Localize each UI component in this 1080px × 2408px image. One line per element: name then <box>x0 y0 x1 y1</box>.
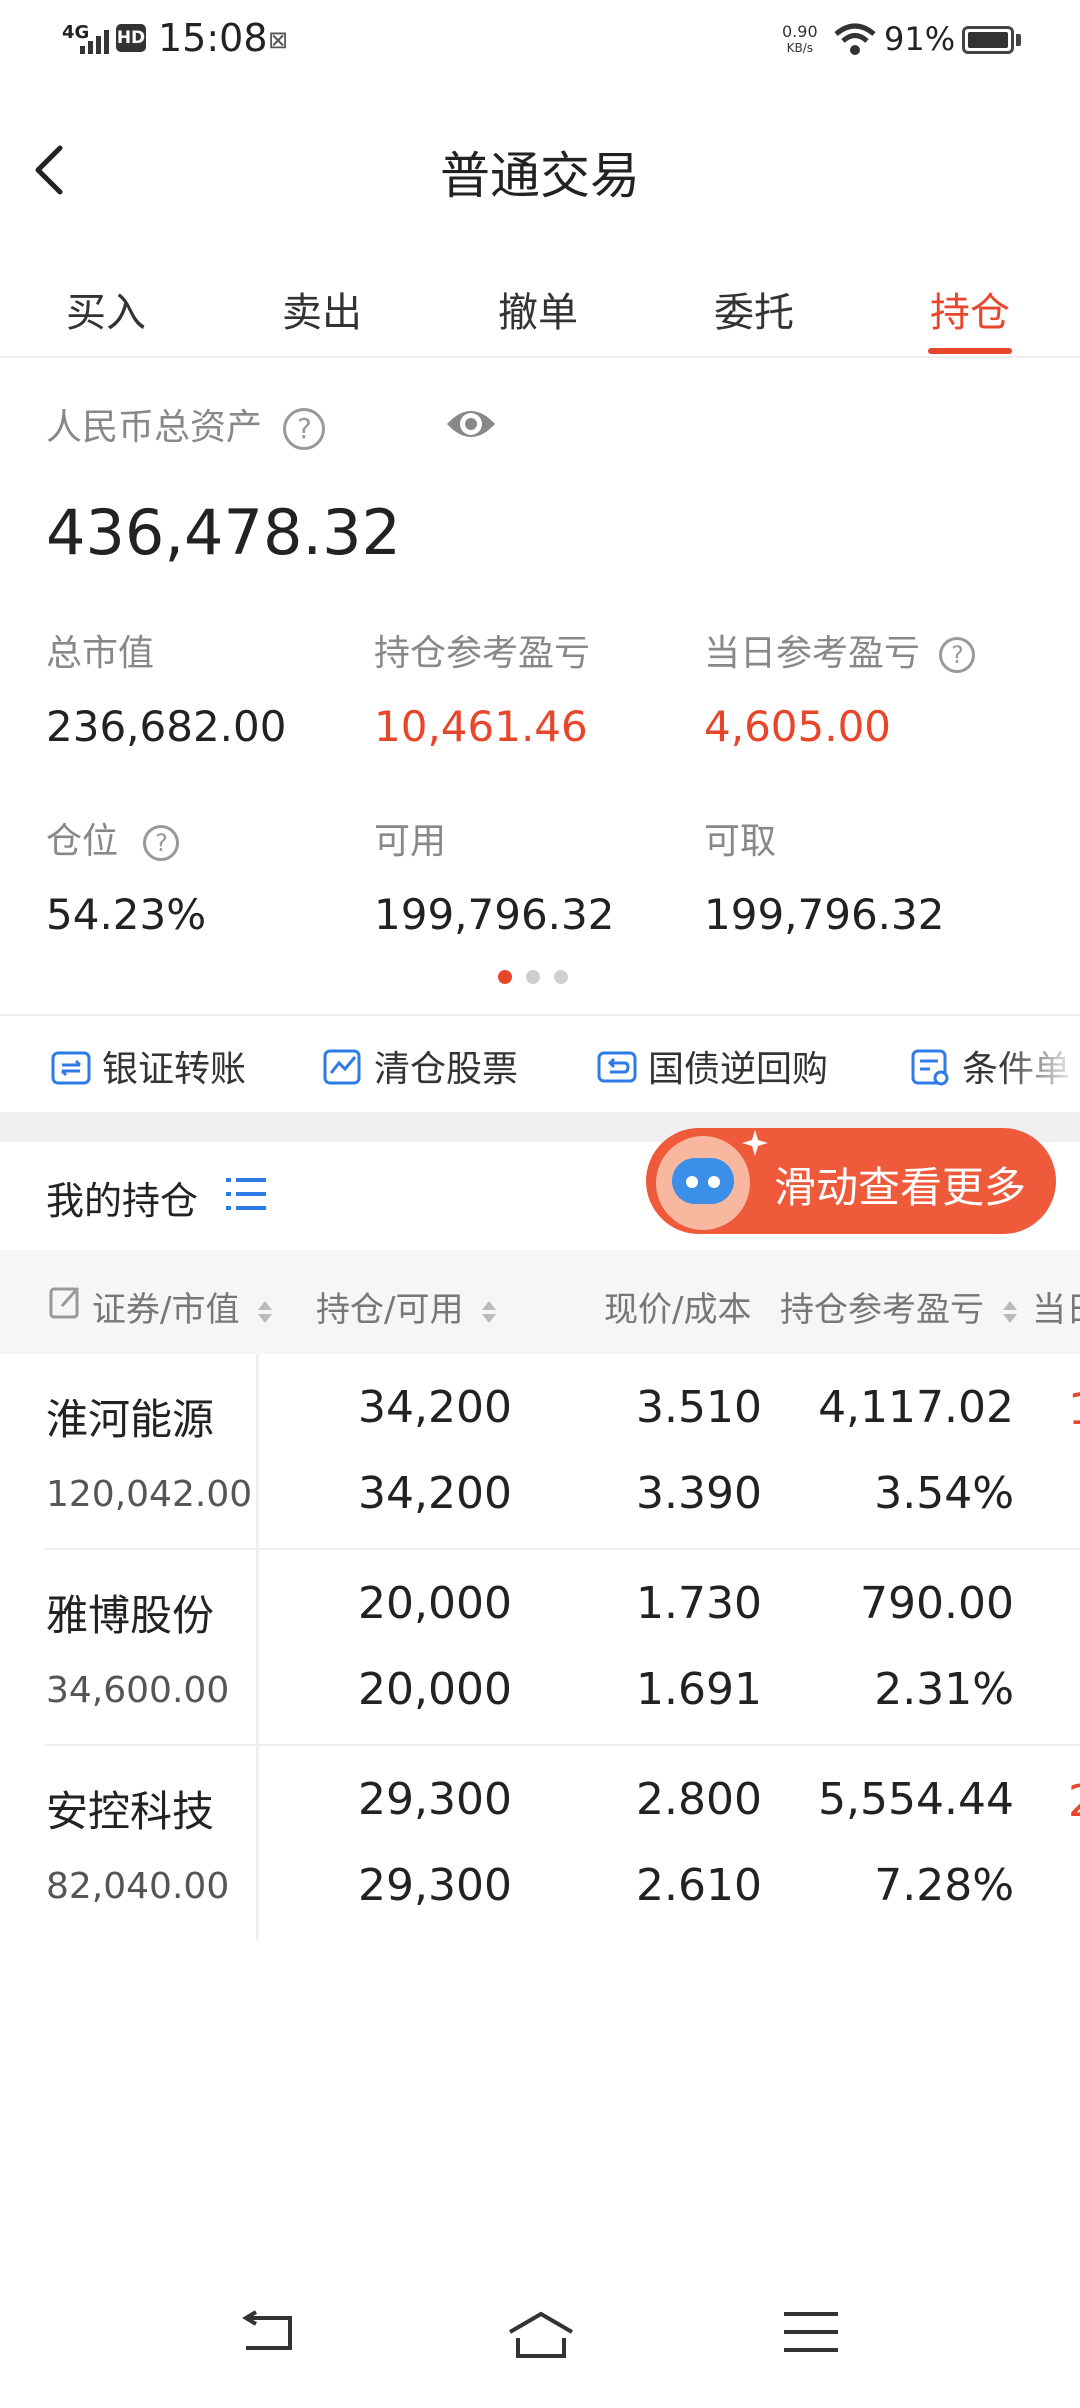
column-pnl[interactable]: 持仓参考盈亏 <box>780 1282 1019 1331</box>
position-pnl: 10,461.46 <box>374 702 588 751</box>
withdrawable-label: 可取 <box>704 821 777 862</box>
holdings-title: 我的持仓 <box>46 1179 199 1223</box>
cost-price: 1.691 <box>636 1664 762 1715</box>
available-qty: 20,000 <box>358 1664 512 1715</box>
position-ratio-label: 仓位 ? <box>46 812 180 864</box>
position-pnl-percent: 2.31% <box>874 1664 1014 1715</box>
column-security[interactable]: 证券/市值 <box>92 1282 274 1331</box>
position-ratio: 54.23% <box>46 890 207 939</box>
tab-buy[interactable]: 买入 <box>66 280 146 338</box>
cost-price: 2.610 <box>636 1860 762 1911</box>
current-price: 3.510 <box>636 1382 762 1433</box>
list-icon[interactable] <box>226 1176 268 1212</box>
sort-icon <box>482 1300 497 1323</box>
daily-pnl-cell-partial: 2 <box>1068 1776 1080 1827</box>
holding-qty: 20,000 <box>358 1578 512 1629</box>
stock-market-value: 120,042.00 <box>46 1474 253 1515</box>
help-icon[interactable]: ? <box>143 825 180 861</box>
market-value: 236,682.00 <box>46 702 287 751</box>
bank-transfer-button[interactable]: 银证转账 <box>50 1040 246 1092</box>
wifi-icon <box>834 23 876 55</box>
available-qty: 34,200 <box>358 1468 512 1519</box>
tab-sell[interactable]: 卖出 <box>282 280 362 338</box>
clear-stock-button[interactable]: 清仓股票 <box>322 1040 518 1092</box>
market-value-label: 总市值 <box>46 633 155 674</box>
row-divider <box>44 1744 1080 1746</box>
daily-pnl-label: 当日参考盈亏 ? <box>704 624 976 676</box>
position-pnl-value: 5,554.44 <box>818 1774 1014 1825</box>
stock-market-value: 82,040.00 <box>46 1866 230 1907</box>
signal-bars-icon <box>80 30 109 54</box>
nav-home-icon[interactable] <box>506 2310 576 2360</box>
page-dot <box>526 970 540 984</box>
stock-name[interactable]: 淮河能源 <box>46 1386 214 1447</box>
withdrawable-value: 199,796.32 <box>704 890 945 939</box>
daily-pnl: 4,605.00 <box>704 702 892 751</box>
conditional-order-icon <box>911 1049 949 1086</box>
battery-percent: 91% <box>884 20 956 58</box>
stock-market-value: 34,600.00 <box>46 1670 230 1711</box>
total-assets-value: 436,478.32 <box>46 496 401 569</box>
eye-icon[interactable] <box>444 402 498 446</box>
tab-cancel[interactable]: 撤单 <box>498 280 578 338</box>
active-tab-indicator <box>928 348 1012 354</box>
fixed-column-shadow <box>256 1354 260 1940</box>
edit-icon[interactable] <box>48 1284 84 1320</box>
column-price[interactable]: 现价/成本 <box>604 1282 751 1331</box>
hd-badge: HD <box>116 24 146 52</box>
help-icon[interactable]: ? <box>939 637 976 673</box>
help-icon[interactable]: ? <box>283 408 326 450</box>
column-holding[interactable]: 持仓/可用 <box>316 1282 498 1331</box>
available-label: 可用 <box>374 821 447 862</box>
tab-orders[interactable]: 委托 <box>714 280 794 338</box>
sort-icon <box>258 1300 273 1323</box>
row-divider <box>44 1548 1080 1550</box>
network-speed: 0.90 KB/s <box>782 22 818 56</box>
nav-menu-icon[interactable] <box>784 2310 838 2354</box>
battery-tip <box>1016 34 1021 46</box>
cost-price: 3.390 <box>636 1468 762 1519</box>
clock: 15:08 <box>158 16 268 60</box>
reverse-repo-icon <box>597 1051 637 1083</box>
tab-positions[interactable]: 持仓 <box>930 280 1010 338</box>
holding-qty: 34,200 <box>358 1382 512 1433</box>
clear-stock-icon <box>323 1049 361 1085</box>
transfer-icon <box>51 1051 91 1085</box>
page-title: 普通交易 <box>440 147 640 205</box>
divider <box>0 1014 1080 1016</box>
position-pnl-percent: 3.54% <box>874 1468 1014 1519</box>
holding-qty: 29,300 <box>358 1774 512 1825</box>
scroll-hint-text: 滑动查看更多 <box>774 1163 1027 1212</box>
position-pnl-label: 持仓参考盈亏 <box>374 633 591 674</box>
total-assets-label: 人民币总资产 ? <box>46 398 326 450</box>
stock-name[interactable]: 安控科技 <box>46 1778 214 1839</box>
mascot-icon <box>656 1136 750 1230</box>
reverse-repo-button[interactable]: 国债逆回购 <box>596 1040 828 1092</box>
position-pnl-value: 790.00 <box>860 1578 1014 1629</box>
page-dot <box>554 970 568 984</box>
available-value: 199,796.32 <box>374 890 615 939</box>
page-dot-active <box>498 970 512 984</box>
sparkle-icon <box>742 1130 768 1156</box>
available-qty: 29,300 <box>358 1860 512 1911</box>
nav-back-icon[interactable] <box>240 2310 296 2354</box>
battery-icon <box>962 26 1014 54</box>
divider <box>0 356 1080 358</box>
daily-pnl-cell-partial: 1 <box>1068 1384 1080 1435</box>
column-daily[interactable]: 当日 <box>1032 1282 1080 1331</box>
position-pnl-value: 4,117.02 <box>818 1382 1014 1433</box>
position-pnl-percent: 7.28% <box>874 1860 1014 1911</box>
stock-name[interactable]: 雅博股份 <box>46 1582 214 1643</box>
sim-icon: ⊠ <box>268 26 289 54</box>
status-bar: 4G HD 15:08 ⊠ 0.90 KB/s 91% <box>0 0 1080 84</box>
fade-overlay <box>1000 1030 1080 1090</box>
current-price: 1.730 <box>636 1578 762 1629</box>
sort-icon <box>1002 1300 1017 1323</box>
current-price: 2.800 <box>636 1774 762 1825</box>
